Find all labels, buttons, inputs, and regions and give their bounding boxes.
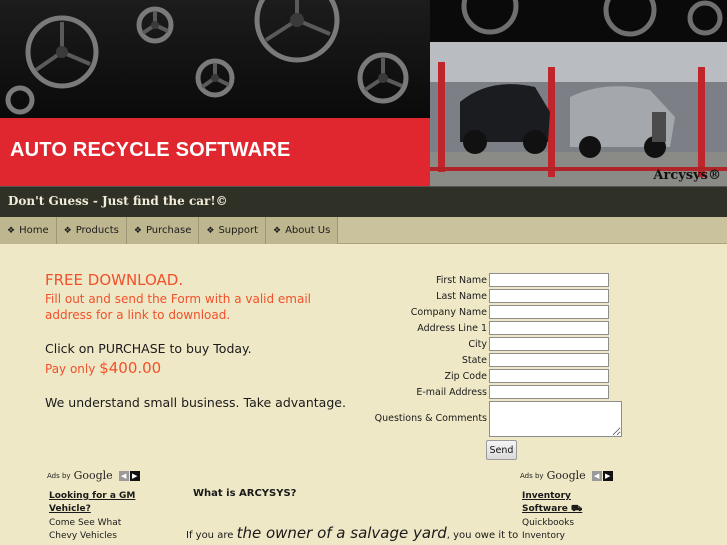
owner-post: , you owe it to [446,530,519,541]
truck-icon: ⛟ [570,504,583,514]
google-label: Google [546,469,586,482]
pay-only-label: Pay only [45,362,96,376]
nav-item-products[interactable]: ❖ Products [57,217,127,244]
wheel-icon [461,0,519,35]
nav-item-label: Home [19,225,49,236]
wheel-icon [603,0,657,37]
city-input[interactable] [489,337,609,351]
nav-item-label: Purchase [145,225,192,236]
wheels-banner [0,0,430,118]
owner-intro-text: If you are the owner of a salvage yard, … [186,524,518,542]
wheels-graphic [5,0,409,115]
questions-comments-label: Questions & Comments [374,413,487,424]
questions-comments-textarea[interactable] [489,401,622,437]
nav-menu: ❖ Home ❖ Products ❖ Purchase ❖ Support ❖ Abou… [0,217,339,244]
owner-pre: If you are [186,530,237,541]
state-label: State [461,355,487,366]
next-arrow-icon[interactable]: ▶ [129,470,140,481]
nav-item-about-us[interactable]: ❖ About Us [266,217,339,244]
garage-photo: Arcysys® [430,42,727,186]
diamond-icon: ❖ [206,225,215,236]
nav-item-label: Products [75,225,119,236]
ad-link-inventory-line-2[interactable]: Software ⛟ [522,504,582,515]
small-business-text: We understand small business. Take advan… [45,395,346,410]
email-address-input[interactable] [489,385,609,399]
ad-text-line-1: Come See What [49,518,122,528]
wheel-icon [687,0,723,36]
click-purchase-text: Click on PURCHASE to buy Today. [45,341,252,356]
wheels-graphic-right [461,0,723,37]
diamond-icon: ❖ [272,225,282,236]
diamond-icon: ❖ [7,225,16,236]
address-line-1-label: Address Line 1 [417,323,487,334]
zip-code-input[interactable] [489,369,609,383]
page: AUTO RECYCLE SOFTWARE Arcysys® Don't Gue… [0,0,727,545]
prev-arrow-icon[interactable]: ◀ [118,470,129,481]
pay-only-text: Pay only $400.00 [45,359,161,377]
free-download-heading: FREE DOWNLOAD. [45,271,184,289]
last-name-input[interactable] [489,289,609,303]
ad-text-line-2: Inventory [522,531,565,541]
owner-highlight: the owner of a salvage yard [236,524,447,542]
slogan: Don't Guess - Just find the car!© [8,194,228,208]
nav-item-label: Support [218,225,258,236]
city-label: City [468,339,487,350]
company-name-input[interactable] [489,305,609,319]
fill-out-text-line-2: address for a link to download. [45,308,231,322]
what-is-heading: What is ARCYSYS? [193,488,297,499]
photo-brand-mark: Arcysys® [653,168,721,183]
address-line-1-input[interactable] [489,321,609,335]
diamond-icon: ❖ [133,225,142,236]
diamond-icon: ❖ [63,225,72,236]
first-name-label: First Name [435,275,487,286]
ad-link-gm-line-1[interactable]: Looking for a GM [49,491,135,501]
garage-photo-graphic [430,42,727,186]
google-label: Google [73,469,113,482]
company-name-label: Company Name [410,307,487,318]
nav-item-support[interactable]: ❖ Support [199,217,266,244]
ad-text-line-2: Chevy Vehicles [49,531,117,541]
email-address-label: E-mail Address [416,387,487,398]
zip-code-label: Zip Code [444,371,487,382]
fill-out-text-line-1: Fill out and send the Form with a valid … [45,292,312,306]
ads-by-google-left: Ads by Google ◀ ▶ [47,469,140,482]
ads-by-label: Ads by [47,471,71,480]
nav-item-home[interactable]: ❖ Home [0,217,57,244]
nav-item-label: About Us [285,225,331,236]
first-name-input[interactable] [489,273,609,287]
next-arrow-icon[interactable]: ▶ [602,470,613,481]
state-input[interactable] [489,353,609,367]
site-title: AUTO RECYCLE SOFTWARE [10,139,291,161]
ad-link-gm-line-2[interactable]: Vehicle? [49,504,91,514]
nav-item-purchase[interactable]: ❖ Purchase [127,217,200,244]
send-button[interactable]: Send [486,440,517,460]
price: $400.00 [99,359,162,377]
ad-text-line-1: Quickbooks [522,518,575,528]
header: AUTO RECYCLE SOFTWARE Arcysys® [0,0,727,186]
wheel-icon [5,85,35,115]
ads-by-google-right: Ads by Google ◀ ▶ [520,469,613,482]
ads-by-label: Ads by [520,471,544,480]
last-name-label: Last Name [436,291,487,302]
ad-link-inventory-label: Software [522,504,568,514]
ad-link-inventory-line-1[interactable]: Inventory [522,491,571,501]
prev-arrow-icon[interactable]: ◀ [591,470,602,481]
